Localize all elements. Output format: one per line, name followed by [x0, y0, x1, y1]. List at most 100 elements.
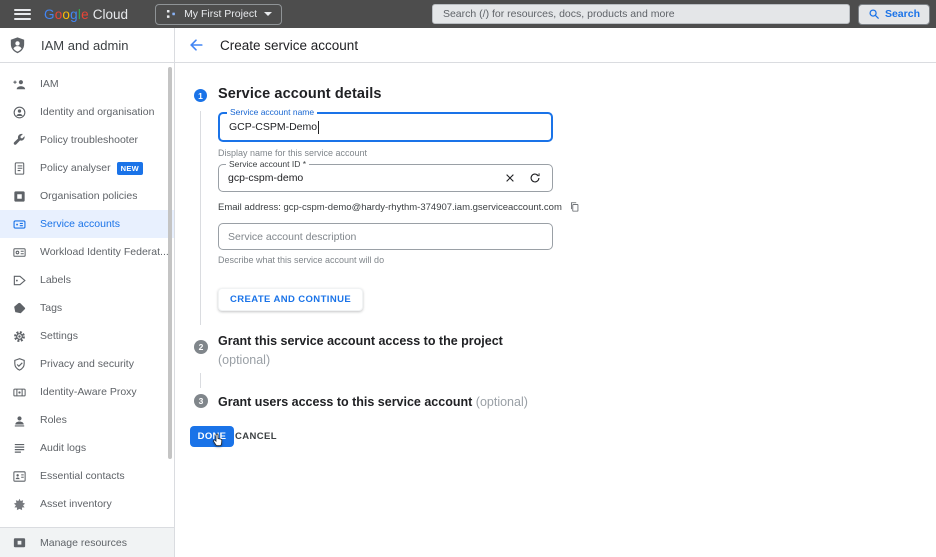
step-3-title-text: Grant users access to this service accou…	[218, 395, 472, 409]
sidebar-item-label: Organisation policies	[40, 190, 137, 202]
email-address-text: Email address: gcp-cspm-demo@hardy-rhyth…	[218, 202, 562, 213]
person-add-icon	[12, 77, 27, 92]
sidebar-item-label: Asset inventory	[40, 498, 112, 510]
sidebar-item-label: Identity-Aware Proxy	[40, 386, 137, 398]
sub-header: IAM and admin Create service account	[0, 28, 936, 63]
clear-icon[interactable]	[504, 172, 516, 184]
roles-icon	[12, 413, 27, 428]
service-account-name-value: GCP-CSPM-Demo	[229, 121, 317, 133]
label-icon	[12, 273, 27, 288]
sidebar-item-label: Privacy and security	[40, 358, 134, 370]
proxy-icon	[12, 385, 27, 400]
sidebar-item-organisation-policies[interactable]: Organisation policies	[0, 182, 174, 210]
hand-cursor-icon	[211, 432, 226, 447]
service-account-name-field[interactable]: Service account name GCP-CSPM-Demo	[218, 112, 553, 142]
workload-identity-icon	[12, 245, 27, 260]
back-arrow-icon[interactable]	[188, 37, 204, 53]
email-address-line: Email address: gcp-cspm-demo@hardy-rhyth…	[218, 201, 580, 213]
sidebar-item-identity-aware-proxy[interactable]: Identity-Aware Proxy	[0, 378, 174, 406]
stepper-connector	[200, 373, 201, 388]
page-title: Create service account	[220, 38, 358, 53]
step-2-title-text: Grant this service account access to the…	[218, 334, 503, 348]
sidebar-scrollbar[interactable]	[168, 67, 172, 459]
sidebar-footer-label: Manage resources	[40, 537, 127, 549]
sidebar-item-roles[interactable]: Roles	[0, 406, 174, 434]
text-cursor	[318, 121, 319, 134]
policy-analyser-icon	[12, 161, 27, 176]
privacy-shield-icon	[12, 357, 27, 372]
search-area: Search	[432, 4, 936, 25]
project-grid-icon	[165, 8, 177, 20]
org-policies-icon	[12, 189, 27, 204]
sidebar-item-label: Identity and organisation	[40, 106, 154, 118]
sidebar-item-label: IAM	[40, 78, 59, 90]
step-3-optional: (optional)	[476, 395, 528, 409]
sidebar-item-policy-troubleshooter[interactable]: Policy troubleshooter	[0, 126, 174, 154]
sidebar-item-label: Service accounts	[40, 218, 120, 230]
project-selector-label: My First Project	[184, 8, 257, 20]
copy-icon[interactable]	[569, 201, 580, 213]
sidebar-item-identity-and-organisation[interactable]: Identity and organisation	[0, 98, 174, 126]
sidebar-item-label: Essential contacts	[40, 470, 125, 482]
audit-logs-icon	[12, 441, 27, 456]
caret-down-icon	[264, 12, 272, 16]
sidebar-item-label: Labels	[40, 274, 71, 286]
google-cloud-logo: Google Cloud	[44, 7, 128, 22]
asset-inventory-icon	[12, 497, 27, 512]
step-2-title: Grant this service account access to the…	[218, 332, 638, 370]
sidebar-item-label: Audit logs	[40, 442, 86, 454]
search-button-label: Search	[885, 8, 920, 20]
product-section: IAM and admin	[0, 28, 175, 62]
sidebar-item-essential-contacts[interactable]: Essential contacts	[0, 462, 174, 490]
identity-icon	[12, 105, 27, 120]
sidebar-item-policy-analyser[interactable]: Policy analyserNEW	[0, 154, 174, 182]
magnifier-icon	[868, 8, 880, 20]
step-3-title: Grant users access to this service accou…	[218, 393, 698, 412]
logo-google: Google	[44, 7, 89, 22]
step-1-title: Service account details	[218, 86, 382, 102]
sidebar-item-label: Policy troubleshooter	[40, 134, 138, 146]
product-name: IAM and admin	[41, 38, 128, 53]
sidebar-item-workload-identity-federat[interactable]: Workload Identity Federat...	[0, 238, 174, 266]
sidebar-item-manage-resources[interactable]: Manage resources	[0, 527, 174, 557]
wrench-icon	[12, 133, 27, 148]
service-account-description-field	[218, 223, 553, 250]
search-input[interactable]	[432, 4, 850, 24]
sidebar-item-asset-inventory[interactable]: Asset inventory	[0, 490, 174, 518]
description-helper-text: Describe what this service account will …	[218, 255, 384, 265]
gear-icon	[12, 329, 27, 344]
iam-shield-icon	[8, 36, 27, 55]
sidebar-item-label: Workload Identity Federat...	[40, 246, 169, 258]
manage-resources-icon	[12, 535, 27, 550]
sidebar-nav: IAM Identity and organisation Policy troub…	[0, 63, 174, 518]
sidebar-item-label: Policy analyser	[40, 162, 111, 174]
service-account-id-value: gcp-cspm-demo	[228, 172, 303, 184]
sidebar-item-iam[interactable]: IAM	[0, 70, 174, 98]
cancel-button[interactable]: CANCEL	[235, 431, 277, 442]
sidebar-item-privacy-and-security[interactable]: Privacy and security	[0, 350, 174, 378]
service-account-name-label: Service account name	[227, 107, 317, 117]
sidebar-item-label: Tags	[40, 302, 62, 314]
logo-cloud: Cloud	[93, 7, 128, 22]
service-account-id-label: Service account ID *	[226, 159, 309, 169]
sidebar-item-label: Roles	[40, 414, 67, 426]
sidebar-item-tags[interactable]: Tags	[0, 294, 174, 322]
main-content: 1 Service account details Service accoun…	[175, 63, 936, 557]
name-helper-text: Display name for this service account	[218, 148, 367, 158]
sidebar-item-service-accounts[interactable]: Service accounts	[0, 210, 174, 238]
service-accounts-icon	[12, 217, 27, 232]
sidebar-item-settings[interactable]: Settings	[0, 322, 174, 350]
project-selector[interactable]: My First Project	[155, 4, 282, 25]
create-and-continue-button[interactable]: CREATE AND CONTINUE	[218, 288, 363, 311]
hamburger-menu-icon[interactable]	[14, 6, 31, 22]
sidebar-item-audit-logs[interactable]: Audit logs	[0, 434, 174, 462]
sidebar-item-labels[interactable]: Labels	[0, 266, 174, 294]
step-2-indicator: 2	[194, 340, 208, 354]
service-account-id-field[interactable]: Service account ID * gcp-cspm-demo	[218, 164, 553, 192]
sidebar-item-label: Settings	[40, 330, 78, 342]
service-account-description-input[interactable]	[228, 224, 543, 249]
refresh-icon[interactable]	[529, 172, 541, 184]
search-button[interactable]: Search	[858, 4, 930, 25]
sidebar: IAM Identity and organisation Policy troub…	[0, 63, 175, 557]
tag-icon	[12, 301, 27, 316]
